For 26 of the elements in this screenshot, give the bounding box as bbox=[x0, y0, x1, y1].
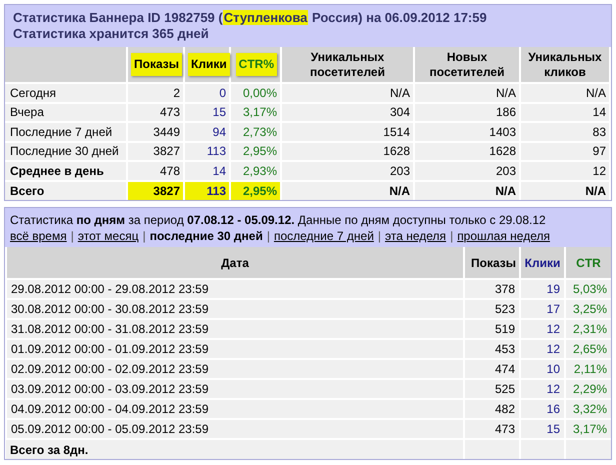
daily-intro: Статистика по дням за период 07.08.12 - 05.09.12. Данные по дням доступны только с 29.08.12 bbox=[10, 212, 547, 228]
period-link[interactable]: прошлая неделя bbox=[457, 229, 550, 243]
column-header: Уникальных кликов bbox=[528, 50, 602, 78]
column-header: Уникальных посетителей bbox=[310, 50, 385, 78]
separator: | bbox=[142, 229, 147, 243]
table-cell: 3827 bbox=[127, 180, 184, 200]
separator: | bbox=[376, 229, 382, 243]
period-link[interactable]: этот месяц bbox=[78, 229, 139, 243]
column-header: CTR% bbox=[236, 53, 277, 76]
separator: | bbox=[266, 229, 271, 243]
period-link[interactable]: всё время bbox=[10, 229, 67, 243]
column-header: Новых посетителей bbox=[430, 50, 504, 78]
table-cell: N/A bbox=[520, 180, 610, 200]
table-cell: 2,95% bbox=[230, 180, 281, 200]
table-cell: 113 bbox=[184, 180, 230, 200]
banner-title: Статистика Баннера ID 1982759 (Ступленкова Россия) на 06.09.2012 17:59 bbox=[13, 10, 488, 26]
storage-note: Статистика хранится 365 дней bbox=[13, 26, 210, 42]
separator: | bbox=[70, 229, 75, 243]
table-cell: N/A bbox=[281, 180, 414, 200]
table-cell: N/A bbox=[414, 180, 520, 200]
column-header: Показы bbox=[131, 53, 182, 76]
period-link[interactable]: эта неделя bbox=[385, 229, 446, 243]
separator: | bbox=[449, 229, 454, 243]
current-period[interactable]: последние 30 дней bbox=[150, 229, 263, 243]
period-link[interactable]: последние 7 дней bbox=[274, 229, 374, 243]
column-header: Клики bbox=[188, 53, 230, 76]
